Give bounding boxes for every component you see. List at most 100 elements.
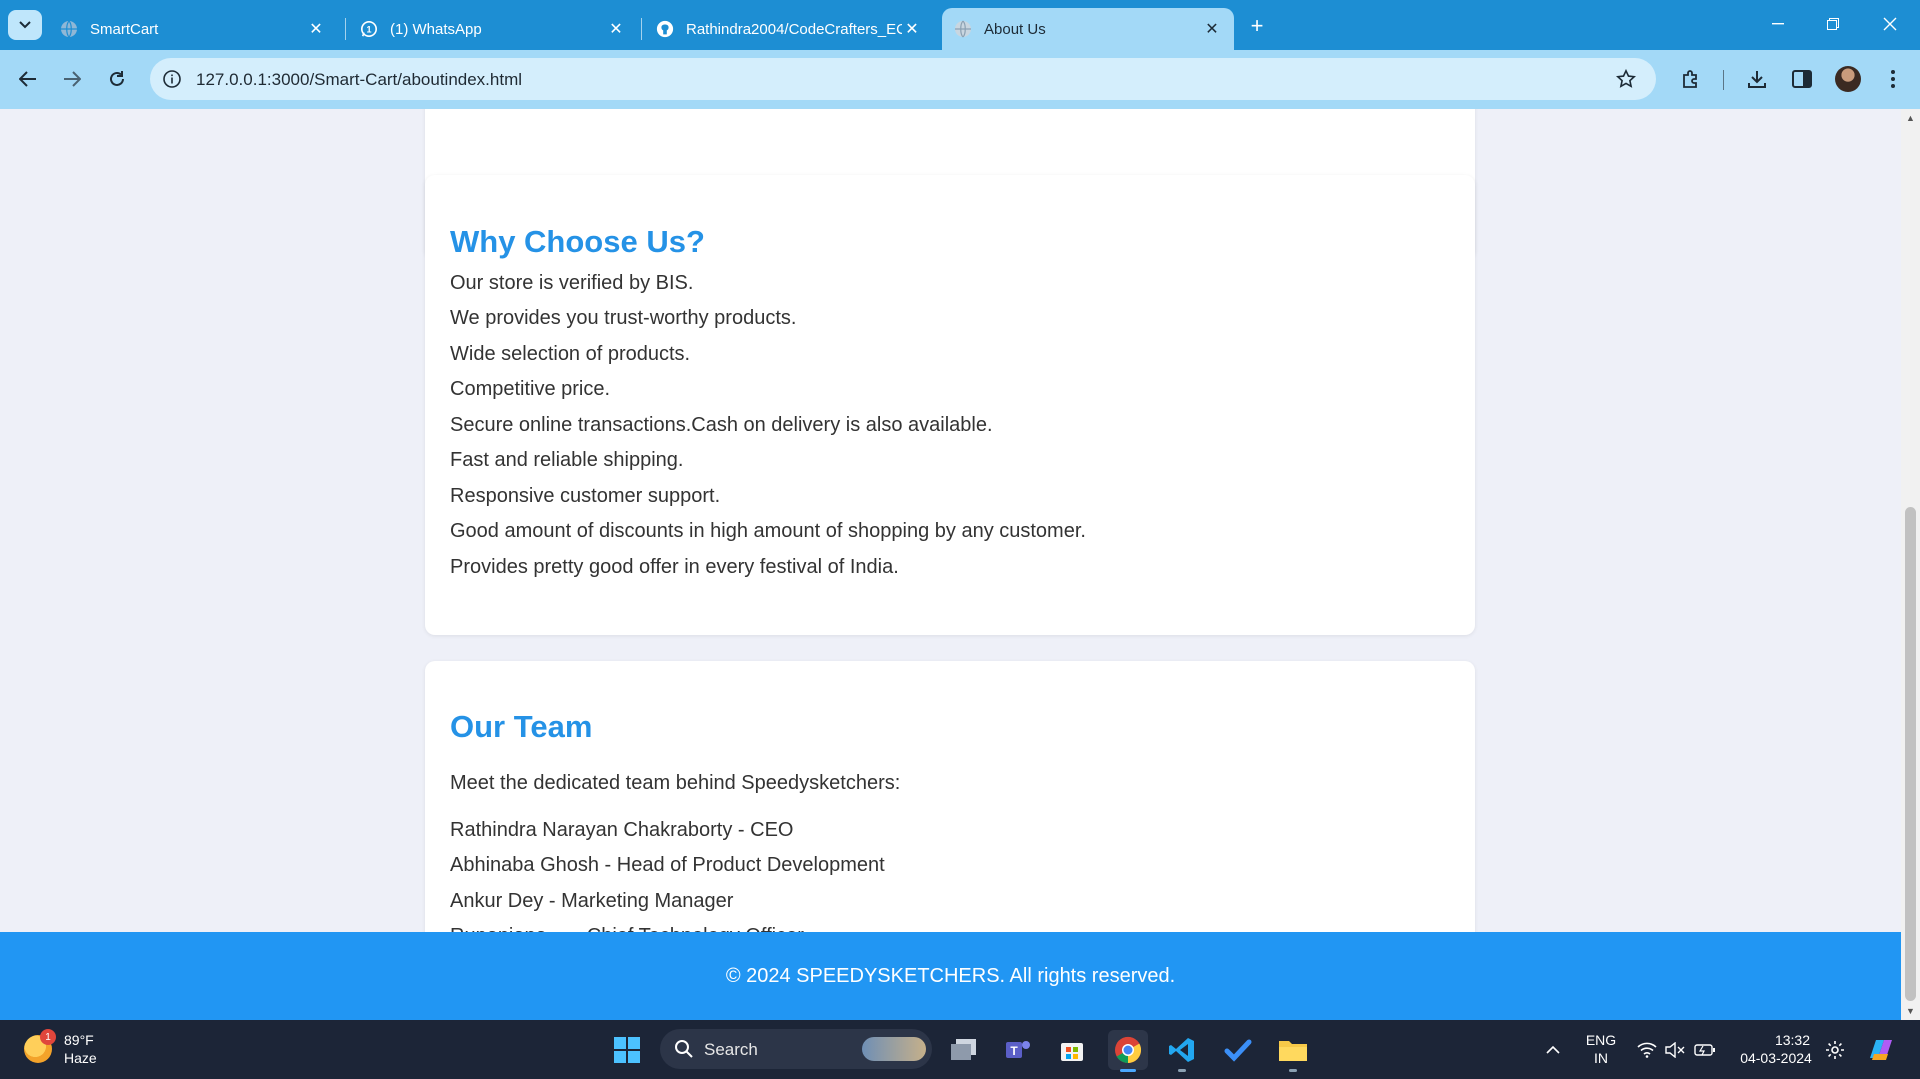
active-app-indicator bbox=[1120, 1069, 1136, 1072]
notification-badge: 1 bbox=[40, 1029, 56, 1045]
github-icon bbox=[656, 20, 674, 38]
close-icon bbox=[1883, 17, 1897, 31]
clock-date: 04-03-2024 bbox=[1740, 1050, 1812, 1066]
tab-about-us[interactable]: About Us ✕ bbox=[942, 8, 1234, 50]
close-icon[interactable]: ✕ bbox=[606, 19, 626, 39]
running-app-indicator bbox=[1289, 1069, 1297, 1072]
address-bar[interactable]: 127.0.0.1:3000/Smart-Cart/aboutindex.htm… bbox=[150, 58, 1656, 100]
why-choose-us-section: Why Choose Us? Our store is verified by … bbox=[425, 175, 1475, 635]
url-text: 127.0.0.1:3000/Smart-Cart/aboutindex.htm… bbox=[196, 70, 523, 89]
tab-title: Rathindra2004/CodeCrafters_EC bbox=[686, 20, 902, 38]
vscode-app[interactable] bbox=[1162, 1030, 1202, 1072]
search-label: Search bbox=[704, 1040, 758, 1059]
wifi-icon[interactable] bbox=[1636, 1039, 1658, 1061]
downloads-button[interactable] bbox=[1741, 63, 1773, 95]
download-icon bbox=[1748, 71, 1766, 88]
todo-app[interactable] bbox=[1218, 1030, 1258, 1070]
clock-time: 13:32 bbox=[1774, 1032, 1810, 1048]
scrollbar-thumb[interactable] bbox=[1905, 507, 1916, 1001]
page-viewport: Why Choose Us? Our store is verified by … bbox=[0, 109, 1901, 1020]
list-item: Responsive customer support. bbox=[450, 485, 721, 507]
arrow-right-icon bbox=[64, 71, 81, 87]
list-item: Provides pretty good offer in every fest… bbox=[450, 556, 899, 578]
bookmark-star-icon[interactable] bbox=[1614, 67, 1638, 91]
list-item: Fast and reliable shipping. bbox=[450, 449, 684, 471]
plus-icon: + bbox=[1250, 13, 1264, 38]
list-item: Secure online transactions.Cash on deliv… bbox=[450, 414, 993, 436]
teams-icon: T bbox=[1006, 1041, 1030, 1058]
list-item: We provides you trust-worthy products. bbox=[450, 307, 797, 329]
start-button[interactable] bbox=[607, 1030, 647, 1070]
weather-temperature: 89°F bbox=[64, 1032, 94, 1048]
reload-icon bbox=[110, 71, 124, 86]
minimize-button[interactable] bbox=[1758, 8, 1798, 40]
volume-muted-icon[interactable] bbox=[1664, 1039, 1686, 1061]
site-info-icon[interactable] bbox=[160, 67, 184, 91]
back-button[interactable] bbox=[12, 63, 44, 95]
list-item: Wide selection of products. bbox=[450, 343, 691, 365]
scroll-down-arrow-icon[interactable]: ▼ bbox=[1901, 1002, 1920, 1020]
weather-condition: Haze bbox=[64, 1050, 97, 1066]
language-indicator[interactable]: ENG IN bbox=[1578, 1031, 1624, 1067]
tab-smartcart[interactable]: SmartCart ✕ bbox=[48, 8, 338, 50]
taskbar-search[interactable]: Search bbox=[660, 1029, 932, 1069]
close-icon[interactable]: ✕ bbox=[902, 19, 922, 39]
weather-widget[interactable]: 1 89°F Haze bbox=[20, 1029, 140, 1071]
minimize-icon bbox=[1772, 23, 1784, 25]
forward-button[interactable] bbox=[56, 63, 88, 95]
teams-app[interactable]: T bbox=[998, 1030, 1038, 1070]
running-app-indicator bbox=[1178, 1069, 1186, 1072]
menu-button[interactable] bbox=[1877, 63, 1909, 95]
section-heading: Why Choose Us? bbox=[450, 224, 705, 259]
svg-text:1: 1 bbox=[366, 25, 371, 35]
task-view-button[interactable] bbox=[944, 1030, 984, 1070]
close-icon[interactable]: ✕ bbox=[306, 19, 326, 39]
tab-whatsapp[interactable]: 1 (1) WhatsApp ✕ bbox=[348, 8, 638, 50]
close-icon[interactable]: ✕ bbox=[1202, 19, 1222, 39]
team-intro: Meet the dedicated team behind Speedyske… bbox=[450, 772, 901, 794]
list-item: Competitive price. bbox=[450, 378, 611, 400]
profile-avatar[interactable] bbox=[1835, 66, 1861, 92]
whatsapp-icon: 1 bbox=[360, 20, 378, 38]
side-panel-button[interactable] bbox=[1786, 63, 1818, 95]
extensions-button[interactable] bbox=[1675, 63, 1707, 95]
search-icon bbox=[675, 1040, 693, 1058]
region-code: IN bbox=[1594, 1050, 1608, 1066]
chevron-up-icon[interactable] bbox=[1542, 1039, 1564, 1061]
team-member: Rathindra Narayan Chakraborty - CEO bbox=[450, 819, 794, 841]
vertical-scrollbar[interactable]: ▲ ▼ bbox=[1901, 109, 1920, 1020]
reload-button[interactable] bbox=[101, 63, 133, 95]
restore-button[interactable] bbox=[1813, 8, 1853, 40]
globe-icon bbox=[954, 20, 972, 38]
arrow-left-icon bbox=[19, 71, 36, 87]
side-panel-icon bbox=[1792, 70, 1812, 88]
windows-logo-icon bbox=[614, 1037, 640, 1063]
section-heading: Our Team bbox=[450, 709, 593, 744]
copilot-icon[interactable] bbox=[1866, 1034, 1896, 1064]
tab-title: (1) WhatsApp bbox=[390, 20, 482, 38]
settings-gear-icon[interactable] bbox=[1824, 1039, 1846, 1061]
search-highlight-image bbox=[862, 1037, 926, 1061]
svg-text:T: T bbox=[1010, 1044, 1018, 1058]
new-tab-button[interactable]: + bbox=[1243, 12, 1271, 40]
battery-icon[interactable] bbox=[1694, 1039, 1716, 1061]
tab-github[interactable]: Rathindra2004/CodeCrafters_EC ✕ bbox=[644, 8, 934, 50]
tab-search-button[interactable] bbox=[8, 10, 42, 40]
globe-icon bbox=[60, 20, 78, 38]
team-member: Ankur Dey - Marketing Manager bbox=[450, 890, 734, 912]
browser-toolbar: 127.0.0.1:3000/Smart-Cart/aboutindex.htm… bbox=[0, 50, 1920, 109]
chrome-app[interactable] bbox=[1108, 1030, 1148, 1072]
browser-tab-strip: SmartCart ✕ 1 (1) WhatsApp ✕ Rathindra20… bbox=[0, 0, 1920, 50]
close-window-button[interactable] bbox=[1870, 8, 1910, 40]
list-item: Good amount of discounts in high amount … bbox=[450, 520, 1086, 542]
file-explorer-app[interactable] bbox=[1273, 1030, 1313, 1072]
tab-title: SmartCart bbox=[90, 20, 159, 38]
microsoft-store-app[interactable] bbox=[1052, 1030, 1092, 1070]
system-clock[interactable]: 13:32 04-03-2024 bbox=[1734, 1031, 1818, 1067]
task-view-icon bbox=[951, 1039, 976, 1060]
list-item: Our store is verified by BIS. bbox=[450, 272, 694, 294]
scroll-up-arrow-icon[interactable]: ▲ bbox=[1901, 109, 1920, 127]
page-footer: © 2024 SPEEDYSKETCHERS. All rights reser… bbox=[0, 932, 1901, 1020]
chevron-down-icon bbox=[19, 21, 31, 29]
kebab-menu-icon bbox=[1891, 70, 1895, 88]
